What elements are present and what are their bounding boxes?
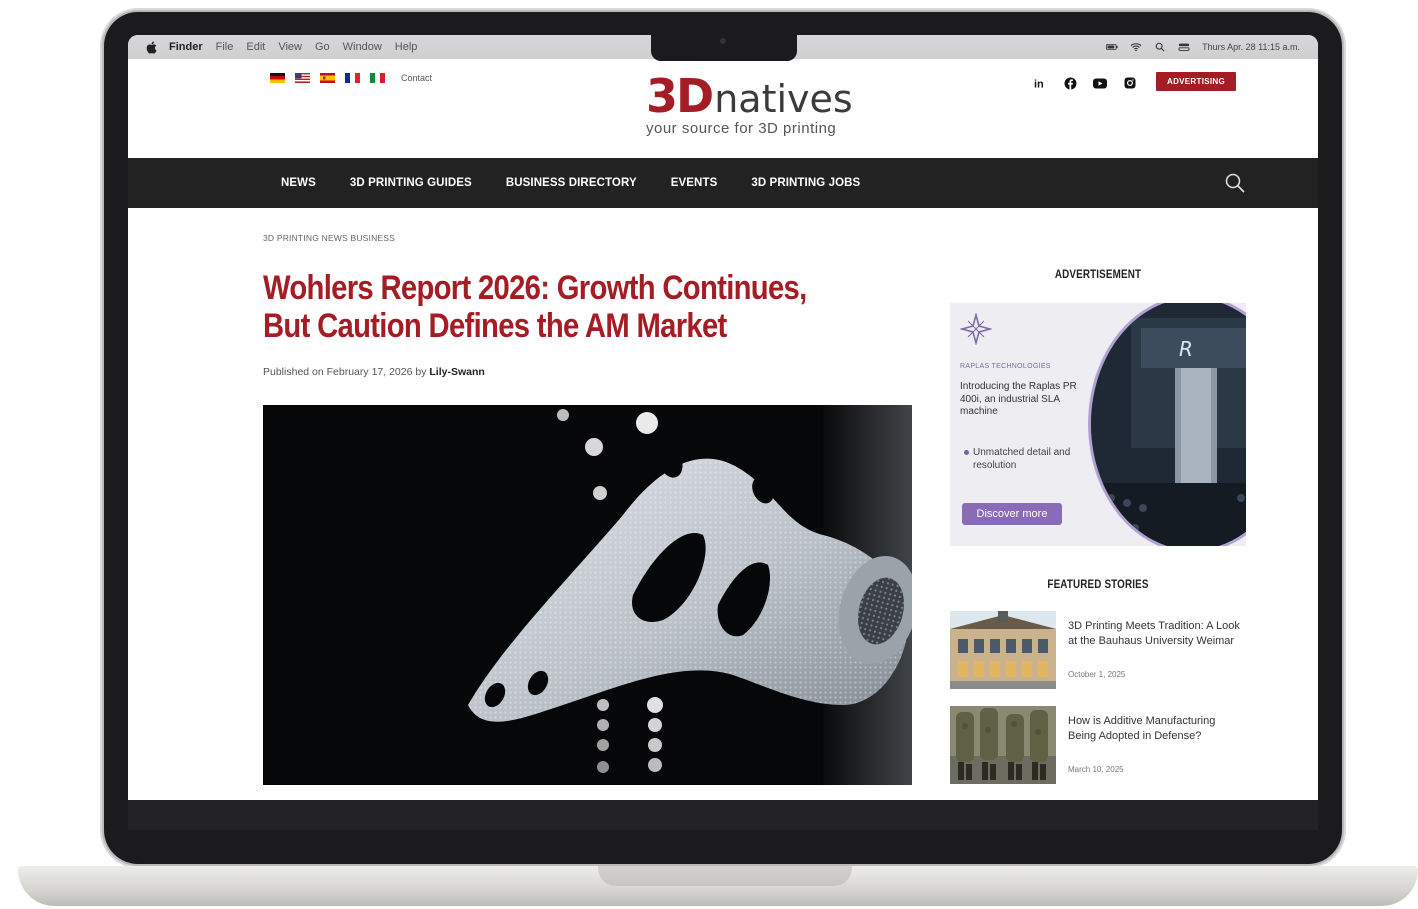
advertising-button[interactable]: ADVERTISING — [1156, 72, 1236, 91]
facebook-icon[interactable] — [1062, 75, 1078, 91]
menu-go[interactable]: Go — [315, 41, 330, 53]
main-nav: NEWS 3D PRINTING GUIDES BUSINESS DIRECTO… — [128, 158, 1318, 208]
nav-news[interactable]: NEWS — [281, 177, 316, 189]
nav-3d-printing-jobs[interactable]: 3D PRINTING JOBS — [751, 177, 860, 189]
apple-icon[interactable] — [146, 41, 157, 54]
featured-story[interactable]: 3D Printing Meets Tradition: A Look at t… — [950, 611, 1246, 693]
french-flag-icon[interactable] — [345, 73, 360, 83]
menubar-clock[interactable]: Thurs Apr. 28 11:15 a.m. — [1202, 42, 1300, 52]
published-date: Published on February 17, 2026 by — [263, 366, 427, 378]
nav-3d-printing-guides[interactable]: 3D PRINTING GUIDES — [350, 177, 472, 189]
discover-more-button[interactable]: Discover more — [962, 503, 1062, 525]
menu-edit[interactable]: Edit — [246, 41, 265, 53]
ad-machine-image: R — [1088, 303, 1246, 546]
advertisement-heading: ADVERTISEMENT — [1054, 267, 1142, 281]
ad-bullet: Unmatched detail and resolution — [964, 446, 1084, 472]
ad-bullet-text: Unmatched detail and resolution — [973, 447, 1071, 471]
contact-link[interactable]: Contact — [401, 73, 432, 83]
logo-natives: natives — [714, 77, 853, 121]
story-title[interactable]: How is Additive Manufacturing Being Adop… — [1068, 714, 1240, 744]
control-center-icon[interactable] — [1178, 42, 1190, 52]
advertisement-banner[interactable]: RAPLAS TECHNOLOGIES Introducing the Rapl… — [950, 303, 1246, 546]
spotlight-icon[interactable] — [1154, 42, 1166, 52]
menu-window[interactable]: Window — [343, 41, 382, 53]
logo-tagline: your source for 3D printing — [646, 120, 837, 137]
ad-brand: RAPLAS TECHNOLOGIES — [960, 363, 1051, 370]
youtube-icon[interactable] — [1092, 75, 1108, 91]
social-links: in — [1032, 75, 1138, 91]
featured-story[interactable]: How is Additive Manufacturing Being Adop… — [950, 706, 1246, 788]
menu-view[interactable]: View — [278, 41, 302, 53]
battery-icon[interactable] — [1106, 42, 1118, 52]
laptop-base-notch — [598, 866, 852, 886]
logo-3d: 3D — [646, 69, 714, 123]
site-logo[interactable]: 3D natives your source for 3D printing — [646, 73, 866, 143]
camera-notch — [651, 35, 797, 61]
article-title: Wohlers Report 2026: Growth Continues, B… — [263, 269, 807, 345]
menu-help[interactable]: Help — [395, 41, 418, 53]
menu-finder[interactable]: Finder — [169, 41, 203, 53]
us-flag-icon[interactable] — [295, 73, 310, 83]
menu-file[interactable]: File — [216, 41, 234, 53]
story-date: March 10, 2025 — [1068, 765, 1124, 774]
menubar-status: Thurs Apr. 28 11:15 a.m. — [1106, 35, 1300, 59]
hero-image — [263, 405, 912, 785]
language-selector: Contact — [270, 73, 432, 83]
story-thumbnail[interactable] — [950, 611, 1056, 689]
laptop-chin — [128, 800, 1318, 830]
nav-events[interactable]: EVENTS — [671, 177, 718, 189]
breadcrumb[interactable]: 3D PRINTING NEWS BUSINESS — [263, 233, 395, 243]
search-icon[interactable] — [1224, 172, 1246, 194]
story-thumbnail[interactable] — [950, 706, 1056, 784]
spanish-flag-icon[interactable] — [320, 73, 335, 83]
featured-stories-heading: FEATURED STORIES — [1047, 577, 1149, 591]
german-flag-icon[interactable] — [270, 73, 285, 83]
site-header: Contact 3D natives your source for 3D pr… — [128, 59, 1318, 158]
instagram-icon[interactable] — [1122, 75, 1138, 91]
story-date: October 1, 2025 — [1068, 670, 1126, 679]
author-link[interactable]: Lily-Swann — [429, 366, 484, 378]
screen: Finder File Edit View Go Window Help Thu… — [128, 35, 1318, 800]
story-title[interactable]: 3D Printing Meets Tradition: A Look at t… — [1068, 619, 1240, 649]
ad-text: Introducing the Raplas PR 400i, an indus… — [960, 381, 1077, 417]
svg-text:in: in — [1034, 79, 1044, 90]
svg-text:R: R — [1179, 337, 1193, 361]
camera-dot — [720, 38, 726, 44]
raplas-logo-icon — [960, 313, 992, 345]
italian-flag-icon[interactable] — [370, 73, 385, 83]
wifi-icon[interactable] — [1130, 42, 1142, 52]
article-byline: Published on February 17, 2026 by Lily-S… — [263, 366, 485, 378]
nav-business-directory[interactable]: BUSINESS DIRECTORY — [506, 177, 637, 189]
linkedin-icon[interactable]: in — [1032, 75, 1048, 91]
